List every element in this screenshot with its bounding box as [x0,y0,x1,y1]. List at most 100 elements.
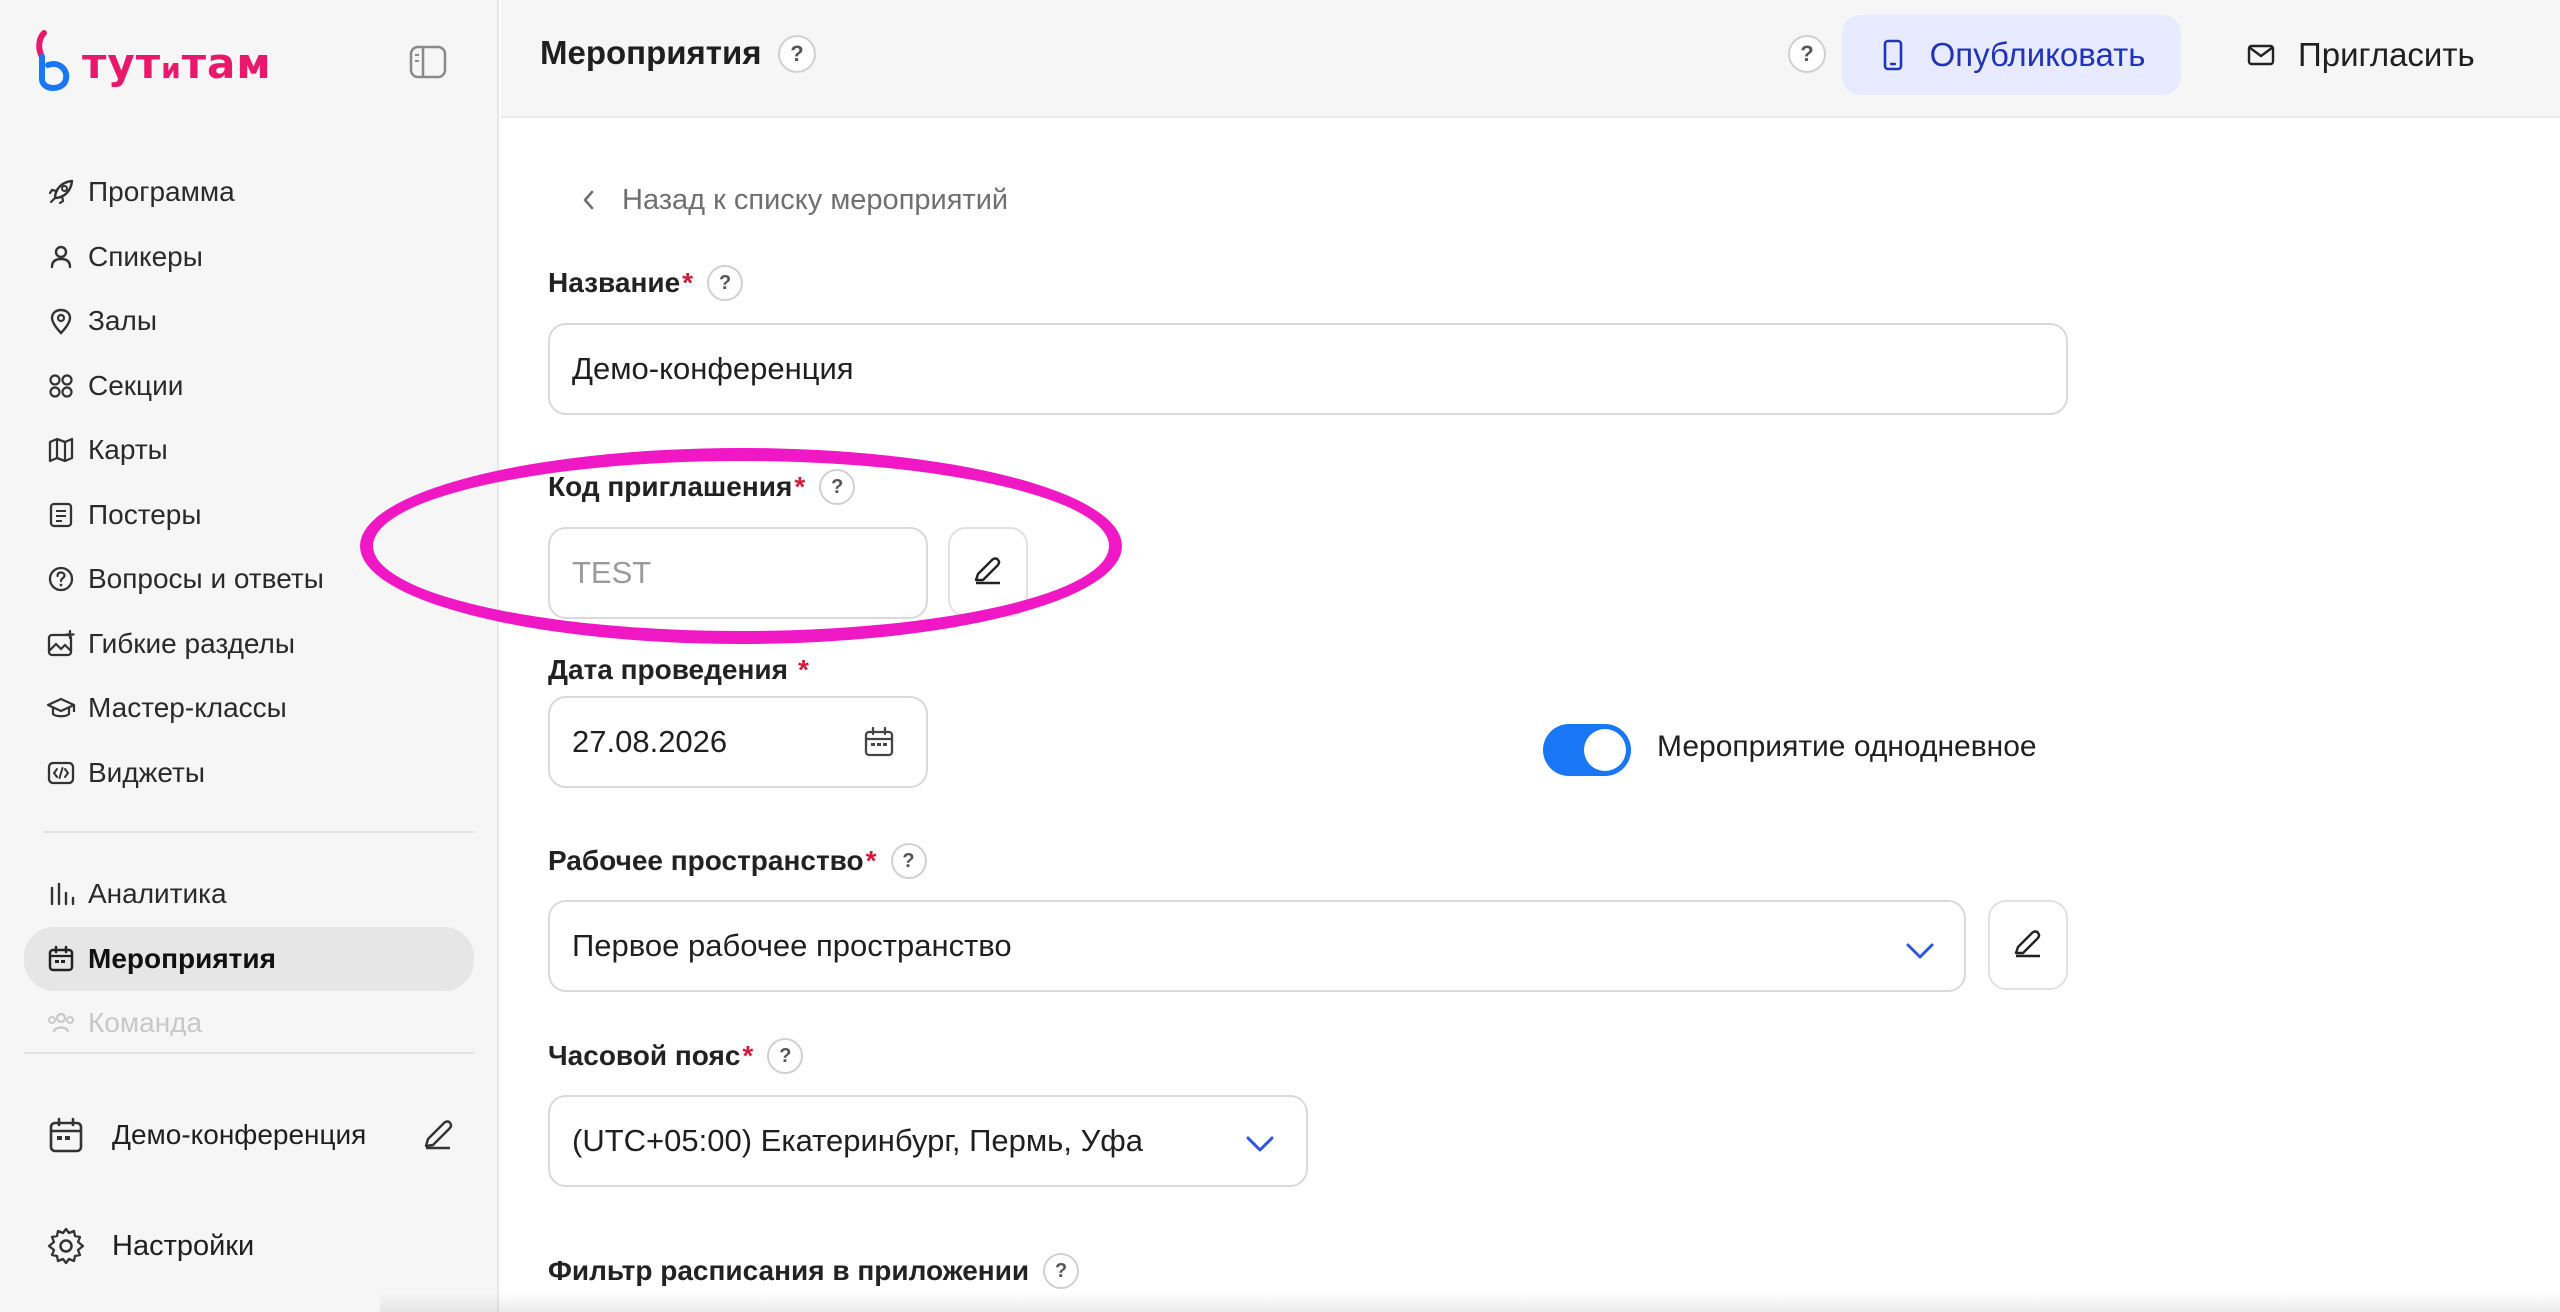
publish-button[interactable]: Опубликовать [1842,15,2181,95]
edit-event-icon[interactable] [418,1114,458,1154]
sidebar-item-analytics[interactable]: Аналитика [24,862,474,927]
sidebar-bottom-divider [24,1052,474,1054]
logo-text: тутитам [82,39,272,88]
current-event[interactable]: Демо-конференция [44,1096,464,1174]
question-circle-icon [44,562,78,596]
sidebar-item-label: Мероприятия [88,942,276,974]
sidebar-item-label: Мастер-классы [88,692,287,724]
pencil-icon [2010,925,2046,966]
sidebar-collapse-icon[interactable] [408,44,448,80]
sidebar-item-team[interactable]: Команда [24,991,474,1036]
sidebar-item-posters[interactable]: Постеры [24,483,474,548]
sidebar-item-label: Гибкие разделы [88,627,296,659]
sidebar-item-label: Программа [88,176,235,208]
sidebar-item-sections[interactable]: Секции [24,354,474,419]
workspace-label-text: Рабочее пространство [548,845,864,876]
invite-label: Пригласить [2298,36,2475,73]
sidebar: тутитам Программа Спикеры Залы Секции Ка… [0,0,499,1312]
settings-label: Настройки [112,1229,255,1262]
title-help-icon[interactable]: ? [778,35,816,73]
sidebar-item-label: Постеры [88,498,202,530]
name-label-text: Название [548,267,681,298]
name-help-icon[interactable]: ? [707,265,744,301]
one-day-toggle-label: Мероприятие однодневное [1657,730,2037,763]
workspace-field-label: Рабочее пространство * ? [548,843,927,879]
invite-code-help-icon[interactable]: ? [819,469,856,505]
timezone-value: (UTC+05:00) Екатеринбург, Пермь, Уфа [572,1123,1144,1158]
schedule-filter-help-icon[interactable]: ? [1043,1253,1080,1289]
sidebar-item-label: Вопросы и ответы [88,563,324,595]
bottom-fade [380,1292,2560,1312]
sidebar-nav-secondary: Аналитика Мероприятия Команда [24,862,474,1036]
smartphone-icon [1878,38,1908,72]
chevron-left-icon [578,187,600,213]
required-mark: * [797,654,809,685]
publish-label: Опубликовать [1929,36,2146,73]
workspace-select[interactable]: Первое рабочее пространство [548,900,1966,992]
timezone-select[interactable]: (UTC+05:00) Екатеринбург, Пермь, Уфа [548,1095,1308,1187]
sidebar-item-speakers[interactable]: Спикеры [24,225,474,290]
back-to-events-link[interactable]: Назад к списку мероприятий [578,180,1008,220]
sidebar-item-qa[interactable]: Вопросы и ответы [24,547,474,612]
sidebar-item-events[interactable]: Мероприятия [24,926,474,991]
workspace-value: Первое рабочее пространство [572,928,1012,963]
workspace-help-icon[interactable]: ? [890,843,927,879]
sidebar-item-label: Спикеры [88,240,203,272]
sidebar-divider [44,831,474,833]
invite-code-input[interactable]: TEST [548,527,928,619]
grid-circles-icon [44,369,78,403]
sidebar-item-label: Команда [88,1007,203,1036]
required-mark: * [682,267,694,298]
timezone-help-icon[interactable]: ? [767,1038,804,1074]
sidebar-item-masterclasses[interactable]: Мастер-классы [24,676,474,741]
sidebar-item-label: Карты [88,434,168,466]
poster-icon [44,498,78,532]
required-mark: * [742,1040,754,1071]
calendar-icon[interactable] [862,725,896,767]
calendar-icon [44,1113,88,1157]
one-day-toggle[interactable] [1543,724,1631,776]
timezone-label-text: Часовой пояс [548,1040,741,1071]
sidebar-item-label: Виджеты [88,756,205,788]
date-label-text: Дата проведения [548,654,788,685]
page-title: Мероприятия [540,34,762,71]
schedule-filter-label-text: Фильтр расписания в приложении [548,1255,1030,1286]
name-field-label: Название * ? [548,265,744,301]
calendar-icon [44,942,78,976]
schedule-filter-field-label: Фильтр расписания в приложении ? [548,1253,1080,1289]
date-input[interactable]: 27.08.2026 [548,696,928,788]
name-input[interactable]: Демо-конференция [548,323,2068,415]
sidebar-item-label: Залы [88,305,157,337]
chevron-down-icon [1244,1127,1276,1163]
header-help-icon[interactable]: ? [1788,35,1826,73]
sidebar-nav: Программа Спикеры Залы Секции Карты Пост… [24,160,474,853]
sidebar-item-widgets[interactable]: Виджеты [24,741,474,806]
mail-icon [2246,40,2276,70]
invite-button[interactable]: Пригласить [2246,15,2526,95]
edit-invite-code-button[interactable] [948,527,1028,617]
sidebar-item-flex-sections[interactable]: Гибкие разделы [24,612,474,677]
code-icon [44,756,78,790]
logo-text-part-3: там [181,38,272,88]
sidebar-item-halls[interactable]: Залы [24,289,474,354]
invite-code-label-text: Код приглашения [548,471,793,502]
user-icon [44,240,78,274]
timezone-field-label: Часовой пояс * ? [548,1038,804,1074]
edit-workspace-button[interactable] [1988,900,2068,990]
date-field-label: Дата проведения * [548,654,809,686]
date-value: 27.08.2026 [572,724,728,759]
back-link-label: Назад к списку мероприятий [622,183,1009,216]
image-plus-icon [44,627,78,661]
required-mark: * [865,845,877,876]
logo-text-part-2: и [161,51,182,85]
required-mark: * [794,471,806,502]
sidebar-item-maps[interactable]: Карты [24,418,474,483]
logo[interactable]: тутитам [34,28,272,98]
sidebar-item-program[interactable]: Программа [24,160,474,225]
sidebar-item-label: Аналитика [88,878,227,910]
users-icon [44,1006,78,1036]
chevron-down-icon [1904,934,1936,970]
gear-icon [44,1224,88,1268]
sidebar-item-settings[interactable]: Настройки [44,1222,254,1270]
map-pin-icon [44,304,78,338]
